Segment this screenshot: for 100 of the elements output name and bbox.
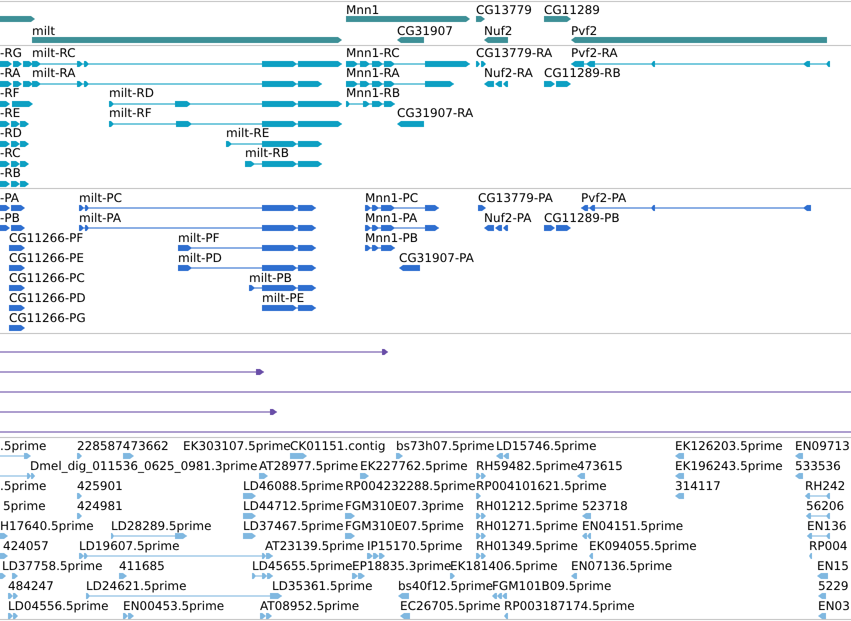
est-glyph — [77, 453, 134, 459]
est-glyph — [0, 473, 35, 479]
feature-label: CG11266-PC — [9, 271, 85, 285]
est-glyph — [675, 453, 684, 459]
feature-label: LD04556.5prime — [8, 599, 109, 613]
feature-label: CG11266-PE — [9, 251, 84, 265]
feature-label: Nuf2 — [484, 24, 512, 38]
transcript-glyph — [484, 81, 508, 87]
feature-label: CG13779 — [476, 3, 532, 17]
protein-glyph — [484, 225, 508, 231]
feature-label: bs73h07.5prime — [396, 439, 494, 453]
est-glyph — [571, 573, 577, 579]
feature-label: milt — [32, 24, 56, 38]
est-glyph — [119, 573, 127, 579]
est-glyph — [345, 533, 355, 539]
feature-label: -RE — [0, 106, 20, 120]
protein-glyph — [365, 245, 395, 251]
transcript-glyph — [0, 161, 29, 167]
feature-label: -PB — [0, 211, 20, 225]
protein-glyph — [9, 285, 25, 291]
feature-label: 5229 — [818, 579, 849, 593]
est-glyph — [367, 553, 385, 559]
feature-label: -PA — [0, 191, 20, 205]
protein-glyph — [9, 325, 25, 331]
transcript-glyph — [544, 81, 571, 87]
est-glyph — [243, 533, 256, 539]
feature-label: CG11266-PG — [9, 311, 86, 325]
feature-label: -RA — [0, 66, 20, 80]
est-glyph — [476, 493, 481, 499]
feature-label: EK303107.5prime — [183, 439, 291, 453]
feature-label: EN04151.5prime — [582, 519, 684, 533]
feature-label: milt-RC — [32, 46, 76, 60]
feature-label: milt-PC — [79, 191, 122, 205]
est-glyph — [504, 613, 508, 619]
est-glyph — [476, 513, 486, 519]
feature-label: 56206 — [806, 499, 844, 513]
feature-label: milt-RD — [109, 86, 154, 100]
est-glyph — [396, 453, 403, 459]
feature-label: 425901 — [77, 479, 123, 493]
feature-label: Mnn1-RC — [346, 46, 400, 60]
feature-label: RH01271.5prime — [476, 519, 578, 533]
feature-label: LD46088.5prime — [243, 479, 344, 493]
est-glyph — [243, 493, 256, 499]
protein-glyph — [399, 265, 420, 271]
feature-label: LD44712.5prime — [243, 499, 344, 513]
transcript-glyph — [0, 101, 33, 107]
feature-label: CG11289 — [544, 3, 600, 17]
feature-label: Mnn1-PC — [365, 191, 418, 205]
feature-label: Mnn1-PA — [365, 211, 418, 225]
est-glyph — [577, 473, 585, 479]
feature-label: milt-PD — [178, 251, 222, 265]
est-glyph — [0, 533, 8, 539]
feature-label: EC26705.5prime — [400, 599, 501, 613]
transcript-glyph — [0, 141, 29, 147]
feature-label: EP18835.3prime — [352, 559, 452, 573]
est-glyph — [582, 513, 591, 519]
est-glyph — [77, 513, 82, 519]
feature-label: LD28289.5prime — [111, 519, 212, 533]
feature-label: LD24621.5prime — [86, 579, 187, 593]
feature-label: 228587473662 — [77, 439, 169, 453]
feature-label: FGM310E07.3prime — [345, 499, 464, 513]
est-glyph — [817, 573, 828, 579]
est-glyph — [243, 513, 256, 519]
feature-label: AT08952.5prime — [260, 599, 360, 613]
feature-label: Mnn1-RA — [346, 66, 400, 80]
est-glyph — [807, 533, 830, 539]
feature-label: EK227762.5prime — [360, 459, 468, 473]
feature-label: RH01212.5prime — [476, 499, 578, 513]
feature-label: LD19607.5prime — [79, 539, 180, 553]
feature-label: AT28977.5prime — [259, 459, 358, 473]
feature-label: CG13779-RA — [476, 46, 552, 60]
feature-label: 533536 — [795, 459, 841, 473]
feature-label: CG11266-PF — [9, 231, 84, 245]
est-glyph — [0, 573, 18, 579]
feature-label: 5prime — [3, 499, 46, 513]
feature-label: Mnn1-PB — [365, 231, 418, 245]
est-glyph — [675, 473, 684, 479]
est-glyph — [476, 533, 486, 539]
feature-label: EK094055.5prime — [589, 539, 697, 553]
est-glyph — [818, 593, 826, 599]
feature-label: FGM101B09.5prime — [492, 579, 612, 593]
feature-label: milt-PA — [79, 211, 122, 225]
feature-label: EK126203.5prime — [675, 439, 783, 453]
transcript-glyph — [0, 181, 29, 187]
feature-label: Pvf2-PA — [581, 191, 626, 205]
est-glyph — [8, 613, 18, 619]
gene-glyph — [476, 16, 485, 22]
protein-glyph — [544, 225, 571, 231]
feature-label: milt-RF — [109, 106, 152, 120]
feature-label: .5prime — [0, 479, 46, 493]
feature-label: LD37467.5prime — [243, 519, 344, 533]
est-glyph — [360, 473, 369, 479]
gene-glyph — [0, 16, 35, 22]
est-glyph — [252, 573, 273, 579]
feature-label: milt-PF — [178, 231, 220, 245]
feature-label: RP003187174.5prime — [504, 599, 635, 613]
feature-label: CG11289-PB — [544, 211, 620, 225]
feature-label: -RF — [0, 86, 20, 100]
feature-label: IP15170.5prime — [367, 539, 462, 553]
feature-label: RH242 — [805, 479, 846, 493]
